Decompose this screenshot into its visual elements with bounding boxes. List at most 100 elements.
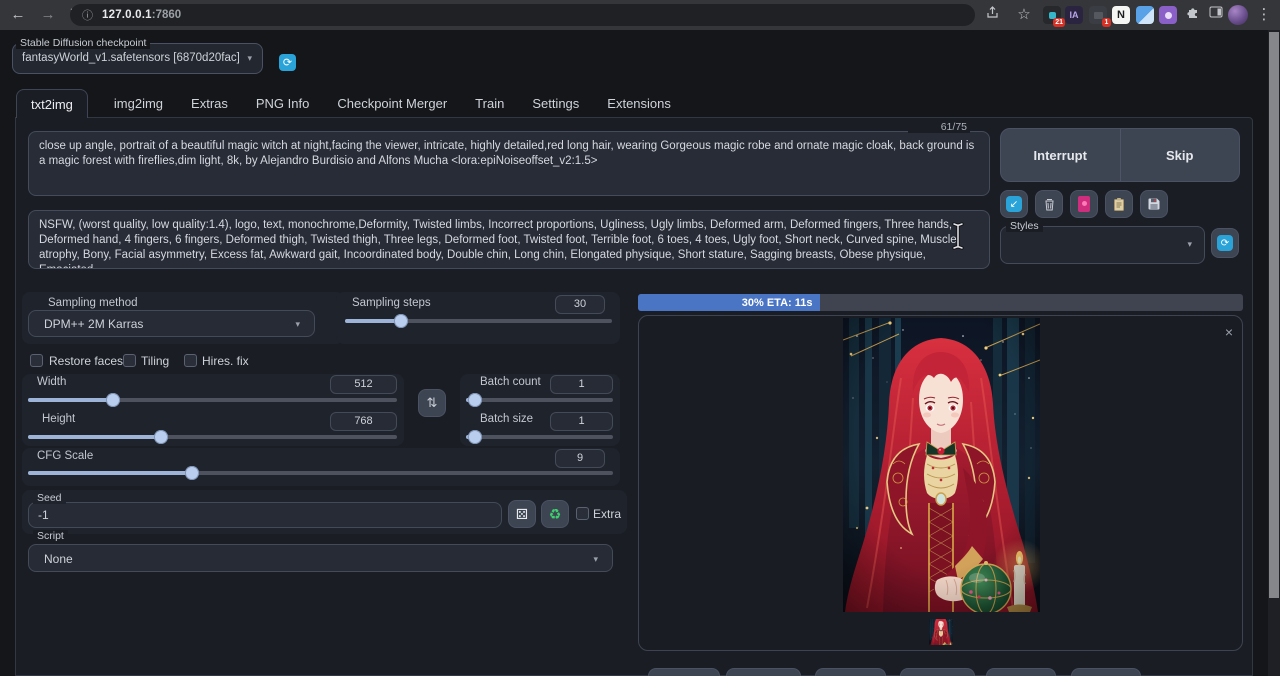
cfg-scale-input[interactable]: 9 [555,449,605,468]
save-style-button[interactable] [1140,190,1168,218]
tab-png-info[interactable]: PNG Info [254,89,311,118]
close-preview-icon[interactable]: × [1221,324,1237,340]
url-host: 127.0.0.1 [102,9,152,21]
tab-img2img[interactable]: img2img [112,89,165,118]
swap-dimensions-button[interactable]: ⇅ [418,389,446,417]
chevron-down-icon: ▾ [593,554,598,565]
url-port: :7860 [152,9,181,21]
negative-prompt-textarea[interactable]: NSFW, (worst quality, low quality:1.4), … [28,210,990,269]
batch-size-slider[interactable] [466,435,613,439]
extension-blue-icon[interactable] [1136,6,1154,24]
browser-profile-avatar[interactable] [1228,5,1248,25]
sampling-method-label: Sampling method [48,297,138,309]
prompt-textarea[interactable]: close up angle, portrait of a beautiful … [28,131,990,196]
styles-refresh-button[interactable]: ⟳ [1211,228,1239,258]
gallery-action-button[interactable] [986,668,1056,676]
generated-image-preview[interactable] [843,318,1040,612]
share-icon[interactable] [980,0,1004,30]
main-tabbar: txt2img img2img Extras PNG Info Checkpoi… [16,89,673,118]
extension-ia-icon[interactable]: IA [1065,6,1083,24]
sampling-method-dropdown[interactable]: DPM++ 2M Karras ▾ [28,310,315,337]
refresh-icon: ⟳ [1217,235,1233,251]
text-cursor [950,221,966,251]
chevron-down-icon: ▾ [1187,239,1192,250]
page-scrollbar[interactable] [1268,30,1280,676]
paste-params-button[interactable]: ↙ [1000,190,1028,218]
gallery-action-button[interactable] [815,668,886,676]
browser-back-icon[interactable]: ← [6,0,30,30]
flower-card-icon [1078,196,1090,212]
tab-train[interactable]: Train [473,89,506,118]
sampling-steps-slider[interactable] [345,319,612,323]
tiling-checkbox[interactable] [123,354,136,367]
tab-extras[interactable]: Extras [189,89,230,118]
gallery-action-button[interactable] [1071,668,1141,676]
batch-size-input[interactable]: 1 [550,412,613,431]
token-counter: 61/75 [908,121,970,133]
batch-size-label: Batch size [480,413,533,425]
tiling-label: Tiling [141,354,169,368]
checkpoint-refresh-button[interactable]: ⟳ [279,54,296,71]
slider-knob[interactable] [394,314,408,328]
slider-knob[interactable] [154,430,168,444]
floppy-save-icon [1147,197,1161,211]
width-slider[interactable] [28,398,397,402]
seed-input[interactable]: -1 [28,502,502,528]
seed-label: Seed [33,492,66,504]
cfg-block [22,448,620,486]
extra-seed-checkbox[interactable] [576,507,589,520]
sidepanel-icon[interactable] [1204,0,1228,30]
bookmark-star-icon[interactable]: ☆ [1012,0,1036,30]
height-slider[interactable] [28,435,397,439]
height-input[interactable]: 768 [330,412,397,431]
height-label: Height [42,413,75,425]
checkpoint-label: Stable Diffusion checkpoint [16,37,150,49]
browser-forward-icon[interactable]: → [36,0,60,30]
hires-fix-checkbox[interactable] [184,354,197,367]
slider-fill [28,435,161,439]
tab-extensions[interactable]: Extensions [605,89,673,118]
script-dropdown[interactable]: None ▾ [28,544,613,572]
address-bar[interactable]: ⓘ 127.0.0.1:7860 [70,4,975,26]
clipboard-icon [1112,197,1126,212]
browser-menu-icon[interactable]: ⋮ [1252,0,1276,30]
gallery-action-button[interactable] [900,668,975,676]
extra-networks-button[interactable] [1070,190,1098,218]
restore-faces-checkbox[interactable] [30,354,43,367]
tab-txt2img[interactable]: txt2img [16,89,88,118]
clear-prompt-button[interactable] [1035,190,1063,218]
extension-pinned-icon[interactable]: 21 [1043,6,1061,24]
scrollbar-thumb[interactable] [1269,32,1279,598]
extensions-puzzle-icon[interactable] [1181,0,1205,30]
extension-dark-icon[interactable]: 1 [1089,6,1107,24]
cfg-scale-slider[interactable] [28,471,613,475]
apply-style-button[interactable] [1105,190,1133,218]
styles-label: Styles [1006,220,1043,232]
extension-purple-icon[interactable] [1159,6,1177,24]
interrupt-button[interactable]: Interrupt [1001,129,1120,181]
gallery-action-button[interactable] [726,668,801,676]
app-window: ← → ↻ ⓘ 127.0.0.1:7860 ☆ 21 IA 1 N [0,0,1280,676]
gallery-thumbnail[interactable] [929,619,953,645]
reuse-seed-recycle-button[interactable]: ♻ [541,500,569,528]
extension-notion-icon[interactable]: N [1112,6,1130,24]
batch-count-slider[interactable] [466,398,613,402]
random-seed-dice-button[interactable]: ⚄ [508,500,536,528]
sampling-steps-input[interactable]: 30 [555,295,605,314]
chevron-down-icon: ▾ [247,53,252,64]
gallery-action-button[interactable] [648,668,720,676]
site-info-icon[interactable]: ⓘ [82,7,93,23]
hires-fix-label: Hires. fix [202,354,249,368]
slider-knob[interactable] [468,393,482,407]
skip-button[interactable]: Skip [1120,129,1240,181]
slider-knob[interactable] [185,466,199,480]
browser-toolbar: ← → ↻ ⓘ 127.0.0.1:7860 ☆ 21 IA 1 N [0,0,1280,30]
generation-actions: Interrupt Skip [1000,128,1240,182]
tab-checkpoint-merger[interactable]: Checkpoint Merger [335,89,449,118]
batch-count-input[interactable]: 1 [550,375,613,394]
slider-knob[interactable] [468,430,482,444]
tab-settings[interactable]: Settings [530,89,581,118]
width-input[interactable]: 512 [330,375,397,394]
checkpoint-value: fantasyWorld_v1.safetensors [6870d20fac] [22,52,240,64]
slider-knob[interactable] [106,393,120,407]
